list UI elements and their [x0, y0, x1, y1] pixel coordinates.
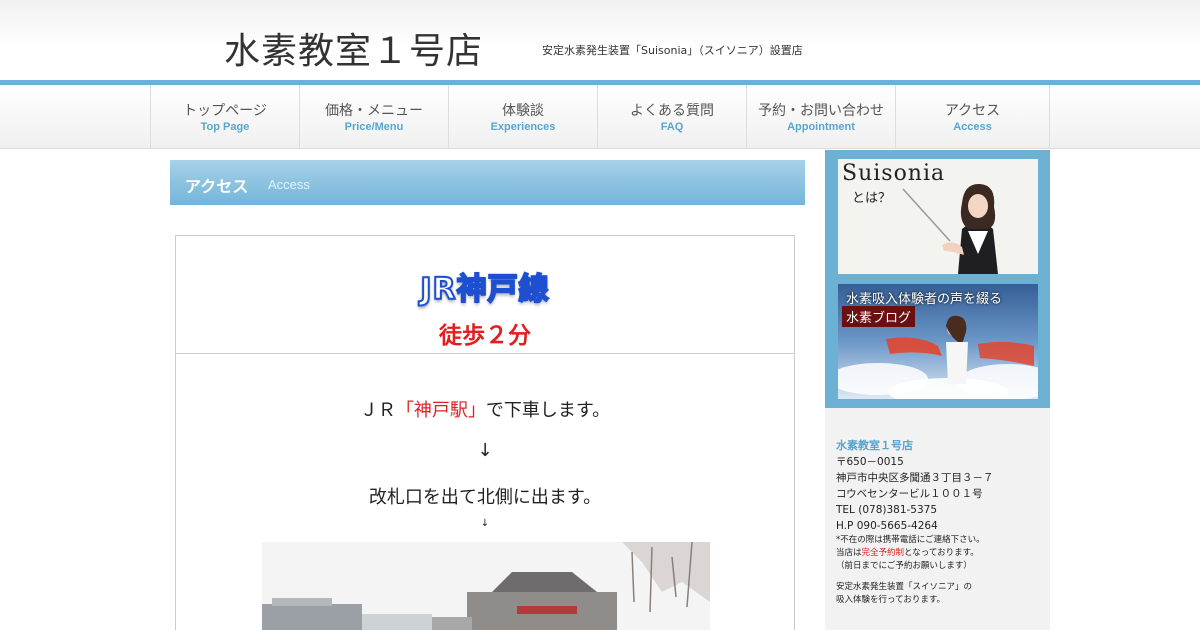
banner-subtitle: とは？ [852, 191, 892, 206]
station-name: 「神戸駅」 [395, 400, 486, 421]
mobile-number: H.P 090-5665-4264 [836, 520, 938, 532]
down-arrow-icon: ↓ [480, 518, 490, 529]
site-title[interactable]: 水素教室１号店 [224, 22, 483, 74]
site-header: 水素教室１号店 安定水素発生装置「Suisonia」（スイソニア）設置店 [0, 0, 1200, 80]
step-exit-north: 改札口を出て北側に出ます。 [368, 487, 602, 508]
nav-item-experiences[interactable]: 体験談 Experiences [449, 85, 598, 149]
nav-label: アクセス [944, 103, 1001, 119]
note-text: 当店は [836, 548, 862, 558]
nav-item-top-page[interactable]: トップページ Top Page [151, 85, 300, 149]
nav-sublabel: Appointment [787, 121, 855, 133]
banner-title: 水素吸入体験者の声を綴る [846, 292, 1003, 307]
nav-label: 体験談 [502, 103, 544, 119]
nav-item-faq[interactable]: よくある質問 FAQ [598, 85, 747, 149]
reservation-note: 当店は完全予約制となっております。 [836, 547, 1050, 560]
nav-item-appointment[interactable]: 予約・お問い合わせ Appointment [747, 85, 896, 149]
page-title-band: アクセス Access [170, 160, 805, 205]
down-arrow-icon: ↓ [477, 440, 493, 461]
shop-info: 水素教室１号店 〒650－0015 神戸市中央区多聞通３丁目３－７ コウベセンタ… [825, 408, 1050, 630]
nav-sublabel: Top Page [200, 121, 250, 133]
phone-number: TEL (078)381-5375 [836, 504, 938, 516]
nav-sublabel: Price/Menu [344, 121, 404, 133]
nav-sublabel: FAQ [660, 121, 684, 133]
access-content: JR神戸線 徒歩２分 ＪＲ「神戸駅」で下車します。 ↓ 改札口を出て北側に出ます… [175, 235, 795, 630]
suisonia-banner[interactable]: Suisonia とは？ [838, 159, 1038, 274]
nav-label: 価格・メニュー [325, 103, 423, 119]
nav-sublabel: Access [953, 121, 992, 133]
nav-sublabel: Experiences [490, 121, 556, 133]
contact-note: *不在の際は携帯電話にご連絡下さい。 [836, 535, 985, 545]
page-title-english: Access [268, 177, 310, 192]
service-description: 安定水素発生装置「スイソニア」の [836, 582, 973, 592]
step-text: で下車します。 [485, 400, 611, 421]
walk-time: 徒歩２分 [439, 323, 531, 349]
main-nav: トップページ Top Page 価格・メニュー Price/Menu 体験談 E… [0, 85, 1200, 149]
banner-tag: 水素ブログ [842, 306, 916, 327]
nav-item-access[interactable]: アクセス Access [896, 85, 1050, 149]
postal-code: 〒650－0015 [836, 456, 904, 468]
station-photo [262, 542, 710, 630]
reservation-only: 完全予約制 [861, 548, 905, 558]
address-line: コウベセンタービル１００１号 [836, 488, 983, 500]
note-text: となっております。 [904, 548, 979, 558]
access-header-cell: JR神戸線 徒歩２分 [176, 236, 794, 354]
address-line: 神戸市中央区多聞通３丁目３－７ [836, 472, 994, 484]
hydrogen-blog-banner[interactable]: 水素吸入体験者の声を綴る 水素ブログ [838, 284, 1038, 399]
nav-label: トップページ [183, 103, 267, 119]
site-description: 安定水素発生装置「Suisonia」（スイソニア）設置店 [542, 44, 803, 57]
banner-title: Suisonia [842, 161, 946, 186]
page-title: アクセス [185, 177, 249, 196]
nav-item-price-menu[interactable]: 価格・メニュー Price/Menu [300, 85, 449, 149]
nav-label: よくある質問 [630, 103, 714, 119]
service-description: 吸入体験を行っております。 [836, 595, 945, 605]
nav-label: 予約・お問い合わせ [758, 103, 884, 119]
line-name-heading: JR神戸線 [419, 271, 550, 308]
reservation-note: （前日までにご予約お願いします） [836, 561, 972, 571]
shop-name: 水素教室１号店 [836, 439, 913, 452]
step-get-off: ＪＲ「神戸駅」で下車します。 [176, 396, 794, 422]
step-text: ＪＲ [359, 400, 396, 421]
sidebar-banners: Suisonia とは？ 水素吸入体験者の声を綴る 水素ブログ [825, 150, 1050, 408]
